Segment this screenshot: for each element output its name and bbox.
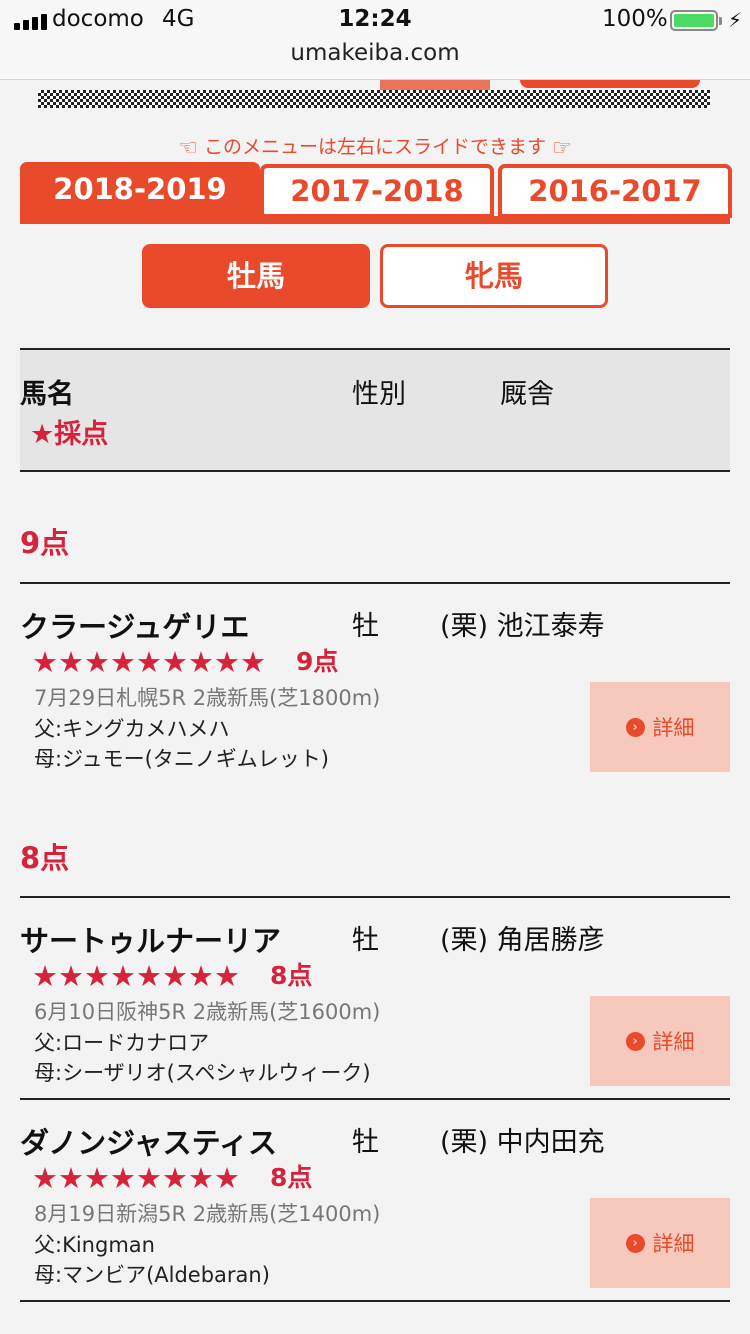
detail-label: 詳細	[652, 1030, 695, 1054]
tab-2017-2018[interactable]: 2017-2018	[260, 164, 494, 218]
score-points: 8点	[269, 1163, 313, 1192]
address-bar[interactable]: umakeiba.com	[0, 40, 750, 66]
sire: 父:ロードカナロア	[34, 1031, 210, 1055]
column-header-score: ★採点	[30, 419, 109, 450]
horse-name: クラージュゲリエ	[20, 610, 250, 644]
detail-label: 詳細	[652, 1232, 695, 1256]
score-group-heading: 9点	[20, 526, 70, 560]
slide-hint-text: このメニューは左右にスライドできます	[203, 136, 546, 158]
battery-percent: 100%	[602, 6, 668, 32]
colt-tab[interactable]: 牡馬	[142, 244, 370, 308]
checker-divider	[38, 90, 710, 108]
detail-button[interactable]: › 詳細	[590, 682, 730, 772]
detail-label: 詳細	[652, 716, 695, 740]
stars: ★★★★★★★★	[32, 959, 240, 993]
detail-button[interactable]: › 詳細	[590, 996, 730, 1086]
stars: ★★★★★★★★	[32, 1161, 240, 1195]
table-header: 馬名 性別 厩舎 ★採点	[20, 348, 730, 472]
star-rating: ★★★★★★★★ 8点	[32, 956, 312, 993]
stars: ★★★★★★★★★	[32, 645, 266, 679]
column-header-name: 馬名	[20, 379, 74, 410]
column-header-sex: 性別	[352, 379, 406, 410]
pointing-left-icon: ☜	[178, 136, 198, 161]
horse-name: ダノンジャスティス	[20, 1126, 277, 1160]
horse-stable: (栗) 池江泰寿	[440, 611, 605, 642]
dam: 母:シーザリオ(スペシャルウィーク)	[34, 1061, 371, 1085]
tab-2018-2019[interactable]: 2018-2019	[20, 162, 260, 220]
tab-2016-2017[interactable]: 2016-2017	[498, 164, 732, 218]
header-banner-fragment	[380, 80, 490, 90]
sire: 父:キングカメハメハ	[34, 717, 230, 741]
table-row: クラージュゲリエ 牡 (栗) 池江泰寿 ★★★★★★★★★ 9点 7月29日札幌5…	[20, 582, 730, 786]
star-rating: ★★★★★★★★ 8点	[32, 1158, 312, 1195]
charging-icon: ⚡	[728, 8, 743, 32]
horse-sex: 牡	[352, 1127, 379, 1158]
sire: 父:Kingman	[34, 1233, 155, 1257]
year-tabs: 2018-2019 2017-2018 2016-2017	[20, 162, 732, 224]
detail-button[interactable]: › 詳細	[590, 1198, 730, 1288]
score-group-heading: 8点	[20, 841, 70, 875]
horse-name: サートゥルナーリア	[20, 924, 282, 958]
race-info: 7月29日札幌5R 2歳新馬(芝1800m)	[34, 686, 381, 710]
pointing-right-icon: ☞	[552, 136, 572, 161]
horse-sex: 牡	[352, 925, 379, 956]
table-row: ダノンジャスティス 牡 (栗) 中内田充 ★★★★★★★★ 8点 8月19日新潟5…	[20, 1098, 730, 1302]
horse-stable: (栗) 中内田充	[440, 1127, 605, 1158]
filly-tab[interactable]: 牝馬	[380, 244, 608, 308]
slide-hint: ☜ このメニューは左右にスライドできます ☞	[0, 132, 750, 161]
battery-icon	[670, 10, 722, 31]
status-bar: docomo 4G 12:24 100% ⚡ umakeiba.com	[0, 0, 750, 80]
table-row: サートゥルナーリア 牡 (栗) 角居勝彦 ★★★★★★★★ 8点 6月10日阪神5…	[20, 896, 730, 1098]
dam: 母:マンビア(Aldebaran)	[34, 1263, 270, 1287]
race-info: 6月10日阪神5R 2歳新馬(芝1600m)	[34, 1000, 381, 1024]
chevron-right-icon: ›	[625, 717, 645, 737]
score-points: 9点	[295, 647, 339, 676]
horse-stable: (栗) 角居勝彦	[440, 925, 605, 956]
column-header-stable: 厩舎	[500, 379, 554, 410]
chevron-right-icon: ›	[625, 1233, 645, 1253]
horse-sex: 牡	[352, 611, 379, 642]
chevron-right-icon: ›	[625, 1031, 645, 1051]
score-points: 8点	[269, 961, 313, 990]
star-rating: ★★★★★★★★★ 9点	[32, 642, 338, 679]
race-info: 8月19日新潟5R 2歳新馬(芝1400m)	[34, 1202, 381, 1226]
header-banner-fragment	[520, 80, 700, 88]
dam: 母:ジュモー(タニノギムレット)	[34, 747, 329, 771]
